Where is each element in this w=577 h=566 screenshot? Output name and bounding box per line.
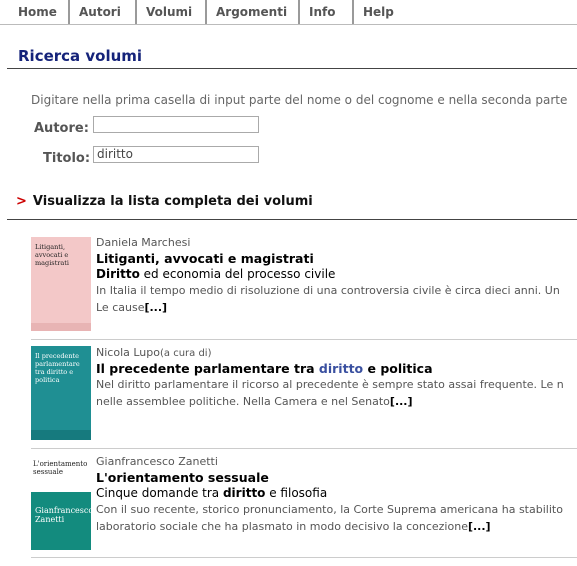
- description-line-2: nelle assemblee politiche. Nella Camera …: [96, 395, 413, 408]
- book-author[interactable]: Nicola Lupo(a cura di): [96, 346, 211, 359]
- title-highlight: diritto: [318, 361, 364, 376]
- book-cover-1[interactable]: Litiganti, avvocati e magistrati: [31, 237, 91, 331]
- description-line-1: Con il suo recente, storico pronunciamen…: [96, 503, 563, 516]
- nav-home[interactable]: Home: [0, 0, 57, 24]
- cover-text: L'orientamento sessuale: [33, 460, 88, 476]
- nav-autori[interactable]: Autori: [68, 0, 121, 24]
- book-author[interactable]: Gianfrancesco Zanetti: [96, 455, 218, 468]
- search-instructions: Digitare nella prima casella di input pa…: [31, 93, 568, 107]
- book-description: Nel diritto parlamentare il ricorso al p…: [96, 376, 564, 410]
- more-link[interactable]: [...]: [390, 395, 413, 408]
- nav-info[interactable]: Info: [298, 0, 335, 24]
- description-line-1: Nel diritto parlamentare il ricorso al p…: [96, 378, 564, 391]
- cover-author: Gianfrancesco Zanetti: [35, 506, 91, 524]
- book-subtitle: Diritto ed economia del processo civile: [96, 267, 335, 281]
- book-description: In Italia il tempo medio di risoluzione …: [96, 282, 560, 316]
- book-cover-3[interactable]: L'orientamento sessuale Gianfrancesco Za…: [31, 456, 91, 550]
- more-link[interactable]: [...]: [144, 301, 167, 314]
- row-divider: [31, 557, 577, 558]
- row-divider: [31, 448, 577, 449]
- description-line-2: Le cause[...]: [96, 301, 168, 314]
- cover-band: [31, 323, 91, 331]
- title-rule: [7, 68, 577, 69]
- author-note: (a cura di): [159, 348, 212, 359]
- book-author[interactable]: Daniela Marchesi: [96, 236, 190, 249]
- author-label: Autore:: [34, 121, 89, 136]
- subtitle-text: ed economia del processo civile: [139, 267, 336, 281]
- title-label: Titolo:: [43, 151, 91, 166]
- nav-divider: [0, 24, 577, 25]
- nav-volumi[interactable]: Volumi: [135, 0, 192, 24]
- book-subtitle: Cinque domande tra diritto e filosofia: [96, 486, 328, 500]
- cover-band: [31, 430, 91, 440]
- show-all-volumes-link[interactable]: > Visualizza la lista completa dei volumi: [16, 194, 313, 209]
- book-description: Con il suo recente, storico pronunciamen…: [96, 501, 563, 535]
- section-rule: [7, 219, 577, 220]
- top-nav: Home Autori Volumi Argomenti Info Help: [0, 0, 577, 24]
- show-all-label: Visualizza la lista completa dei volumi: [32, 194, 313, 209]
- page-title: Ricerca volumi: [18, 47, 143, 65]
- book-title[interactable]: L'orientamento sessuale: [96, 470, 269, 485]
- subtitle-highlight: Diritto: [96, 267, 140, 281]
- nav-help[interactable]: Help: [352, 0, 394, 24]
- cover-text: Litiganti, avvocati e magistrati: [35, 243, 69, 267]
- book-title[interactable]: Il precedente parlamentare tra diritto e…: [96, 361, 433, 376]
- row-divider: [31, 339, 577, 340]
- book-cover-2[interactable]: Il precedente parlamentare tra diritto e…: [31, 346, 91, 440]
- title-input[interactable]: diritto: [93, 146, 259, 163]
- cover-text: Il precedente parlamentare tra diritto e…: [35, 352, 80, 384]
- description-line-2: laboratorio sociale che ha plasmato in m…: [96, 520, 491, 533]
- author-input[interactable]: [93, 116, 259, 133]
- subtitle-highlight: diritto: [222, 486, 266, 500]
- more-link[interactable]: [...]: [468, 520, 491, 533]
- book-title[interactable]: Litiganti, avvocati e magistrati: [96, 251, 314, 266]
- arrow-icon: >: [16, 194, 27, 209]
- description-line-1: In Italia il tempo medio di risoluzione …: [96, 284, 560, 297]
- nav-argomenti[interactable]: Argomenti: [205, 0, 287, 24]
